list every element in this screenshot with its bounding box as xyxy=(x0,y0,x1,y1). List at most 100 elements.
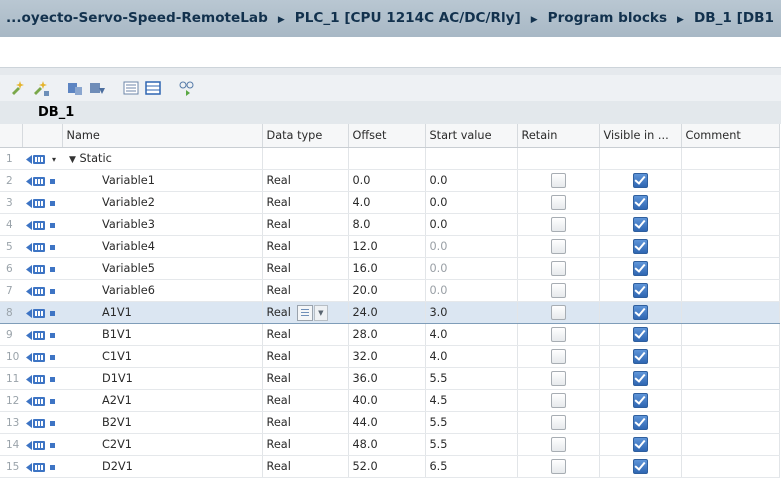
add-row-icon[interactable] xyxy=(32,79,50,97)
comment-cell[interactable] xyxy=(681,257,780,280)
name-cell[interactable]: B2V1 xyxy=(62,411,263,434)
name-cell[interactable]: C1V1 xyxy=(62,345,263,368)
retain-checkbox[interactable] xyxy=(550,393,566,408)
column-header-name[interactable]: Name xyxy=(62,124,263,148)
comment-cell[interactable] xyxy=(681,301,780,324)
name-cell[interactable]: B1V1 xyxy=(62,323,263,346)
table-row[interactable]: 1 ▾ ▼ Static xyxy=(0,147,780,170)
visible-checkbox[interactable] xyxy=(632,261,648,276)
table-row[interactable]: 14 C2V1 Real 48.0 5.5 xyxy=(0,433,780,456)
retain-checkbox[interactable] xyxy=(550,305,566,320)
column-header-offset[interactable]: Offset xyxy=(348,124,426,148)
retain-checkbox[interactable] xyxy=(550,415,566,430)
retain-checkbox[interactable] xyxy=(550,239,566,254)
table-row[interactable]: 13 B2V1 Real 44.0 5.5 xyxy=(0,411,780,434)
column-header-comment[interactable]: Comment xyxy=(681,124,780,148)
start-value-cell[interactable]: 4.0 xyxy=(425,345,518,368)
datatype-cell[interactable]: Real xyxy=(262,389,349,412)
retain-checkbox[interactable] xyxy=(550,217,566,232)
comment-cell[interactable] xyxy=(681,147,780,170)
visible-checkbox[interactable] xyxy=(632,415,648,430)
table-row[interactable]: 5 Variable4 Real 12.0 0.0 xyxy=(0,235,780,258)
start-value-cell[interactable]: 5.5 xyxy=(425,433,518,456)
datatype-cell[interactable]: Real xyxy=(262,257,349,280)
datatype-cell[interactable]: Real xyxy=(262,169,349,192)
datatype-cell[interactable]: Real xyxy=(262,367,349,390)
table-row[interactable]: 12 A2V1 Real 40.0 4.5 xyxy=(0,389,780,412)
table-row[interactable]: 2 Variable1 Real 0.0 0.0 xyxy=(0,169,780,192)
retain-checkbox[interactable] xyxy=(550,437,566,452)
name-cell[interactable]: D1V1 xyxy=(62,367,263,390)
snapshot-icon[interactable] xyxy=(66,79,84,97)
comment-cell[interactable] xyxy=(681,235,780,258)
visible-checkbox[interactable] xyxy=(632,327,648,342)
visible-checkbox[interactable] xyxy=(632,393,648,408)
name-cell[interactable]: Variable6 xyxy=(62,279,263,302)
comment-cell[interactable] xyxy=(681,191,780,214)
datatype-cell[interactable]: Real xyxy=(262,345,349,368)
comment-cell[interactable] xyxy=(681,411,780,434)
column-header-retain[interactable]: Retain xyxy=(517,124,600,148)
retain-checkbox[interactable] xyxy=(550,349,566,364)
comment-cell[interactable] xyxy=(681,213,780,236)
column-header-visible[interactable]: Visible in ... xyxy=(599,124,682,148)
comment-cell[interactable] xyxy=(681,169,780,192)
datatype-cell[interactable]: Real ▼ xyxy=(262,301,349,324)
table-row[interactable]: 8 A1V1 Real ▼ 24.0 3.0 xyxy=(0,301,780,324)
name-cell[interactable]: Variable5 xyxy=(62,257,263,280)
start-value-cell[interactable]: 5.5 xyxy=(425,411,518,434)
visible-checkbox[interactable] xyxy=(632,305,648,320)
start-value-cell[interactable] xyxy=(425,147,518,170)
retain-checkbox[interactable] xyxy=(550,283,566,298)
table-row[interactable]: 3 Variable2 Real 4.0 0.0 xyxy=(0,191,780,214)
start-value-cell[interactable]: 0.0 xyxy=(425,235,518,258)
datatype-picker-icon[interactable] xyxy=(296,304,313,321)
name-cell[interactable]: Variable3 xyxy=(62,213,263,236)
start-value-cell[interactable]: 0.0 xyxy=(425,169,518,192)
datatype-cell[interactable]: Real xyxy=(262,323,349,346)
column-header-start-value[interactable]: Start value xyxy=(425,124,518,148)
column-header-datatype[interactable]: Data type xyxy=(262,124,349,148)
retain-checkbox[interactable] xyxy=(550,327,566,342)
visible-checkbox[interactable] xyxy=(632,371,648,386)
visible-checkbox[interactable] xyxy=(632,217,648,232)
start-value-cell[interactable]: 0.0 xyxy=(425,257,518,280)
start-value-cell[interactable]: 4.5 xyxy=(425,389,518,412)
visible-checkbox[interactable] xyxy=(632,349,648,364)
table-row[interactable]: 6 Variable5 Real 16.0 0.0 xyxy=(0,257,780,280)
breadcrumb-db[interactable]: DB_1 [DB1 xyxy=(694,10,774,26)
datatype-cell[interactable]: Real xyxy=(262,191,349,214)
insert-row-icon[interactable] xyxy=(10,79,28,97)
comment-cell[interactable] xyxy=(681,433,780,456)
breadcrumb-project[interactable]: ...oyecto-Servo-Speed-RemoteLab xyxy=(0,0,268,37)
visible-checkbox[interactable] xyxy=(632,173,648,188)
collapsed-view-icon[interactable] xyxy=(144,79,162,97)
start-value-cell[interactable]: 4.0 xyxy=(425,323,518,346)
visible-checkbox[interactable] xyxy=(632,437,648,452)
datatype-cell[interactable]: Real xyxy=(262,279,349,302)
datatype-cell[interactable]: Real xyxy=(262,411,349,434)
datatype-cell[interactable]: Real xyxy=(262,433,349,456)
comment-cell[interactable] xyxy=(681,367,780,390)
start-value-cell[interactable]: 0.0 xyxy=(425,279,518,302)
datatype-cell[interactable]: Real xyxy=(262,455,349,478)
visible-checkbox[interactable] xyxy=(632,283,648,298)
retain-checkbox[interactable] xyxy=(550,173,566,188)
breadcrumb-plc[interactable]: PLC_1 [CPU 1214C AC/DC/Rly] xyxy=(295,10,521,26)
copy-snapshot-icon[interactable] xyxy=(88,79,106,97)
name-cell[interactable]: C2V1 xyxy=(62,433,263,456)
datatype-cell[interactable]: Real xyxy=(262,235,349,258)
comment-cell[interactable] xyxy=(681,389,780,412)
name-cell[interactable]: Variable4 xyxy=(62,235,263,258)
table-row[interactable]: 15 D2V1 Real 52.0 6.5 xyxy=(0,455,780,478)
comment-cell[interactable] xyxy=(681,279,780,302)
table-row[interactable]: 11 D1V1 Real 36.0 5.5 xyxy=(0,367,780,390)
name-cell[interactable]: Variable1 xyxy=(62,169,263,192)
datatype-dropdown-icon[interactable]: ▼ xyxy=(313,304,328,321)
table-row[interactable]: 10 C1V1 Real 32.0 4.0 xyxy=(0,345,780,368)
collapse-arrow-icon[interactable]: ▼ xyxy=(69,155,76,165)
comment-cell[interactable] xyxy=(681,455,780,478)
retain-checkbox[interactable] xyxy=(550,371,566,386)
start-value-cell[interactable]: 0.0 xyxy=(425,191,518,214)
table-row[interactable]: 7 Variable6 Real 20.0 0.0 xyxy=(0,279,780,302)
